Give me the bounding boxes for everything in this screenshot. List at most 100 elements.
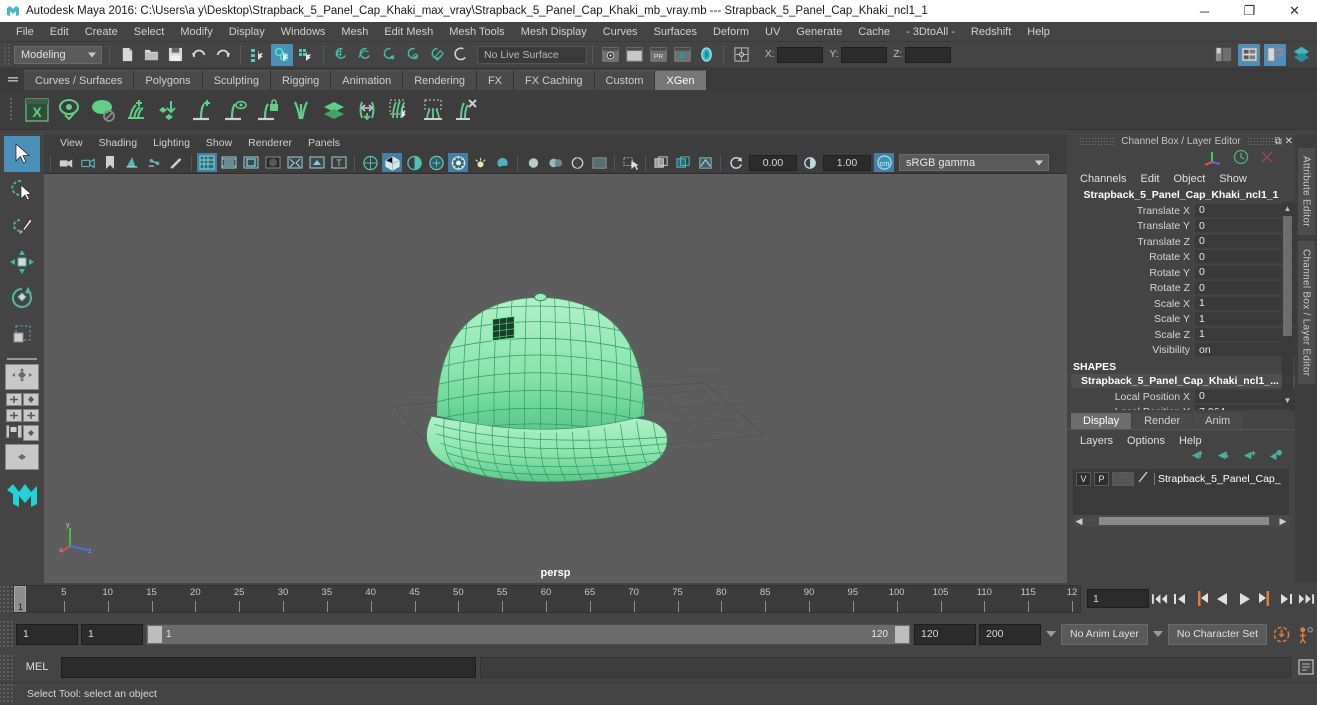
xgen-import-collection-icon[interactable] (152, 93, 185, 127)
script-editor-icon[interactable] (1295, 656, 1317, 678)
undo-button[interactable] (188, 44, 210, 66)
go-to-start-button[interactable] (1149, 588, 1170, 610)
move-tool[interactable] (4, 244, 40, 280)
xgen-select-guide-icon[interactable] (383, 93, 416, 127)
no-key-icon[interactable] (1259, 149, 1275, 170)
shelf-tab-fx[interactable]: FX (476, 70, 515, 90)
channelbox-shape-name[interactable]: Strapback_5_Panel_Cap_Khaki_ncl1_... (1071, 374, 1295, 388)
shadows-icon[interactable] (470, 153, 490, 172)
coord-y-input[interactable] (841, 46, 888, 63)
smooth-shade-all-icon[interactable] (382, 153, 402, 172)
display-textures-icon[interactable] (651, 153, 671, 172)
channel-row[interactable]: Translate Z 0 (1067, 234, 1295, 250)
motion-blur-icon[interactable] (523, 153, 543, 172)
step-forward-frame-button[interactable] (1254, 588, 1275, 610)
channel-row[interactable]: Rotate Y 0 (1067, 265, 1295, 281)
shelf-tab-xgen[interactable]: XGen (655, 70, 707, 90)
three-pane-layout[interactable] (5, 409, 22, 422)
layer-visibility-toggle[interactable]: V (1076, 472, 1091, 486)
command-language-label[interactable]: MEL (17, 661, 57, 673)
hypershade-layout[interactable] (5, 444, 39, 470)
text-overlay-icon[interactable]: T (329, 153, 349, 172)
range-start-handle[interactable] (148, 625, 162, 643)
channel-value[interactable]: 0 (1195, 250, 1295, 265)
rotate-tool[interactable] (4, 280, 40, 316)
shelf-tab-rendering[interactable]: Rendering (403, 70, 477, 90)
viewport-menu-shading[interactable]: Shading (91, 136, 146, 150)
command-input[interactable] (61, 656, 476, 678)
layer-color-swatch[interactable] (1112, 472, 1134, 486)
range-end-handle[interactable] (895, 625, 909, 643)
viewport-menu-panels[interactable]: Panels (300, 136, 348, 150)
shelf-options-menu-icon[interactable] (2, 68, 24, 90)
isolate-select-icon[interactable] (620, 153, 640, 172)
current-frame-field[interactable]: 1 (1087, 589, 1149, 608)
new-scene-button[interactable] (116, 44, 138, 66)
snap-to-curve-button[interactable] (354, 44, 376, 66)
play-forwards-button[interactable] (1233, 588, 1254, 610)
xgen-mirror-guide-icon[interactable] (350, 93, 383, 127)
grid-toggle-icon[interactable] (197, 153, 217, 172)
channel-row[interactable]: Rotate Z 0 (1067, 281, 1295, 297)
ambient-occlusion-icon[interactable] (492, 153, 512, 172)
save-scene-button[interactable] (164, 44, 186, 66)
channel-row[interactable]: Translate X 0 (1067, 203, 1295, 219)
layer-menu-help[interactable]: Help (1172, 434, 1209, 448)
snap-to-projected-center-button[interactable] (402, 44, 424, 66)
snap-to-point-button[interactable] (378, 44, 400, 66)
grease-pencil-icon[interactable] (166, 153, 186, 172)
xgen-region-mask-icon[interactable] (416, 93, 449, 127)
exposure-reset-icon[interactable] (726, 153, 746, 172)
menu-generate[interactable]: Generate (788, 24, 850, 40)
select-by-hierarchy-button[interactable] (247, 44, 269, 66)
select-by-object-button[interactable] (271, 43, 293, 66)
xgen-add-description-icon[interactable] (119, 93, 152, 127)
open-render-view-button[interactable] (599, 44, 621, 66)
shelf-tab-fx-caching[interactable]: FX Caching (514, 70, 595, 90)
panel-undock-icon[interactable]: ⧉ (1274, 136, 1281, 147)
multisample-antialias-icon[interactable] (545, 153, 565, 172)
xgen-lock-guide-icon[interactable] (251, 93, 284, 127)
ipr-render-button[interactable]: PR (647, 44, 669, 66)
character-set-dropdown-arrow[interactable] (1151, 624, 1165, 644)
channel-value[interactable]: 0 (1195, 281, 1295, 296)
channelbox-menu-channels[interactable]: Channels (1073, 172, 1133, 186)
channel-row[interactable]: Visibility on (1067, 343, 1295, 359)
shelf-tab-animation[interactable]: Animation (331, 70, 404, 90)
coord-z-input[interactable] (905, 46, 952, 63)
menu-redshift[interactable]: Redshift (963, 24, 1019, 40)
channel-value[interactable]: 1 (1195, 312, 1295, 327)
menu-mesh-display[interactable]: Mesh Display (513, 24, 595, 40)
shelf-tab-custom[interactable]: Custom (594, 70, 656, 90)
channel-value[interactable]: 0 (1195, 219, 1295, 234)
panel-close-icon[interactable]: ✕ (1285, 136, 1293, 147)
viewport-menu-renderer[interactable]: Renderer (240, 136, 300, 150)
menu-select[interactable]: Select (126, 24, 173, 40)
create-layer-from-selected-icon[interactable] (1268, 449, 1283, 467)
auto-keyframe-icon[interactable] (1270, 623, 1292, 645)
lasso-select-tool[interactable] (4, 172, 40, 208)
tab-anim-layers[interactable]: Anim (1193, 413, 1243, 429)
scroll-right-arrow-icon[interactable]: ▶ (1277, 516, 1289, 527)
minimize-button[interactable]: ─ (1182, 0, 1227, 22)
character-set-selector[interactable]: No Character Set (1167, 623, 1267, 645)
animation-preferences-icon[interactable] (1295, 623, 1317, 645)
layer-row[interactable]: V P Strapback_5_Panel_Cap_ (1073, 469, 1289, 487)
paint-select-tool[interactable] (4, 208, 40, 244)
channel-value[interactable]: 0 (1195, 265, 1295, 280)
menu-uv[interactable]: UV (757, 24, 788, 40)
select-camera-icon[interactable] (56, 153, 76, 172)
redo-button[interactable] (212, 44, 234, 66)
statusline-grip[interactable] (2, 43, 11, 66)
viewport-menu-view[interactable]: View (52, 136, 91, 150)
persp-graph-layout[interactable] (22, 425, 39, 441)
two-pane-side-layout[interactable] (22, 393, 39, 406)
anim-layer-dropdown-arrow[interactable] (1044, 624, 1058, 644)
menu-surfaces[interactable]: Surfaces (646, 24, 705, 40)
use-all-lights-icon[interactable] (448, 153, 468, 172)
shape-channel-row[interactable]: Local Position X 0 (1067, 389, 1295, 405)
scroll-left-arrow-icon[interactable]: ◀ (1073, 516, 1085, 527)
step-forward-key-button[interactable] (1275, 588, 1296, 610)
playback-end-time-field[interactable]: 120 (914, 623, 976, 645)
menuset-selector[interactable]: Modeling (14, 45, 102, 64)
